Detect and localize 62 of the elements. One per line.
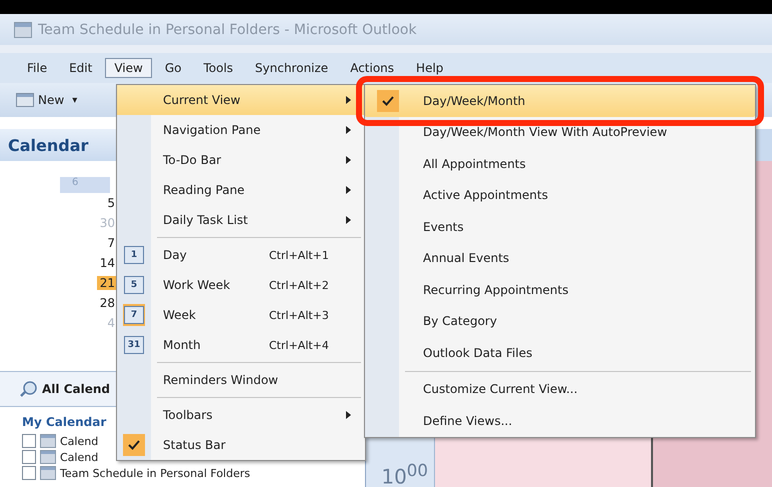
new-item-icon	[16, 93, 34, 107]
menu-item[interactable]: All Appointments	[365, 148, 755, 180]
calendar-day[interactable]: 7	[104, 236, 118, 250]
calendar-icon: 5	[124, 276, 144, 294]
calendar-day[interactable]: 14	[96, 256, 118, 270]
menu-item[interactable]: Go	[156, 58, 190, 78]
submenu-arrow-icon	[346, 156, 351, 164]
search-icon	[20, 380, 38, 398]
checkbox[interactable]	[22, 450, 36, 464]
menu-item[interactable]: Help	[407, 58, 452, 78]
check-icon: 7	[123, 304, 145, 326]
menu-item[interactable]: 7 Week Ctrl+Alt+3	[117, 300, 365, 330]
menu-item[interactable]: Customize Current View...	[365, 374, 755, 405]
menu-item[interactable]: Outlook Data Files	[365, 337, 755, 368]
menu-item[interactable]: Status Bar	[117, 430, 365, 460]
menu-item[interactable]: 31 Month Ctrl+Alt+4	[117, 330, 365, 360]
submenu-arrow-icon	[346, 126, 351, 134]
menu-item[interactable]: Define Views...	[365, 405, 755, 436]
calendar-header: 6	[60, 177, 110, 193]
menu-item[interactable]: View	[105, 58, 152, 78]
menu-item[interactable]: Recurring Appointments	[365, 274, 755, 306]
time-label: 10$^{00}$	[381, 463, 428, 487]
menu-item[interactable]: Toolbars	[117, 400, 365, 430]
calendar-icon	[40, 434, 56, 448]
calendar-name[interactable]: Calend	[60, 434, 98, 448]
menu-item[interactable]: Actions	[341, 58, 404, 78]
calendar-icon: 1	[124, 246, 144, 264]
window-title: Team Schedule in Personal Folders - Microsoft Outlook	[38, 22, 417, 38]
submenu-arrow-icon	[346, 186, 351, 194]
menu-item[interactable]: Active Appointments	[365, 180, 755, 211]
menu-item[interactable]: Daily Task List	[117, 205, 365, 235]
menu-item[interactable]: File	[18, 58, 56, 78]
menu-item[interactable]: Current View	[117, 85, 365, 115]
calendar-icon	[40, 450, 56, 464]
link-text[interactable]: All Calend	[42, 382, 110, 396]
submenu-arrow-icon	[346, 216, 351, 224]
calendar-name[interactable]: Calend	[60, 450, 98, 464]
new-button[interactable]: New ▾	[12, 91, 82, 109]
menu-item[interactable]: Reading Pane	[117, 175, 365, 205]
menu-item[interactable]: By Category	[365, 306, 755, 337]
menu-item[interactable]: Day/Week/Month View With AutoPreview	[365, 116, 755, 148]
submenu-arrow-icon	[346, 411, 351, 419]
section-header: My Calendar	[22, 415, 106, 429]
calendar-icon	[40, 466, 56, 480]
menu-item[interactable]: Day/Week/Month	[365, 85, 755, 116]
calendar-icon	[14, 22, 32, 38]
checkbox[interactable]	[22, 466, 36, 480]
menu-item[interactable]: 5 Work Week Ctrl+Alt+2	[117, 270, 365, 300]
calendar-day[interactable]: 28	[96, 296, 118, 310]
calendar-day[interactable]: 5	[104, 196, 118, 210]
menu-item[interactable]: Edit	[60, 58, 102, 78]
menu-item[interactable]: 1 Day Ctrl+Alt+1	[117, 240, 365, 270]
calendar-icon: 31	[124, 336, 144, 354]
checkbox[interactable]	[22, 434, 36, 448]
menu-item[interactable]: Synchronize	[246, 58, 338, 78]
menu-item[interactable]: Reminders Window	[117, 365, 365, 395]
menu-item[interactable]: Tools	[194, 58, 242, 78]
calendar-day[interactable]: 21	[96, 276, 118, 290]
submenu-arrow-icon	[346, 96, 351, 104]
calendar-name[interactable]: Team Schedule in Personal Folders	[60, 466, 250, 480]
menu-item[interactable]: Annual Events	[365, 242, 755, 274]
menu-item[interactable]: Events	[365, 211, 755, 242]
